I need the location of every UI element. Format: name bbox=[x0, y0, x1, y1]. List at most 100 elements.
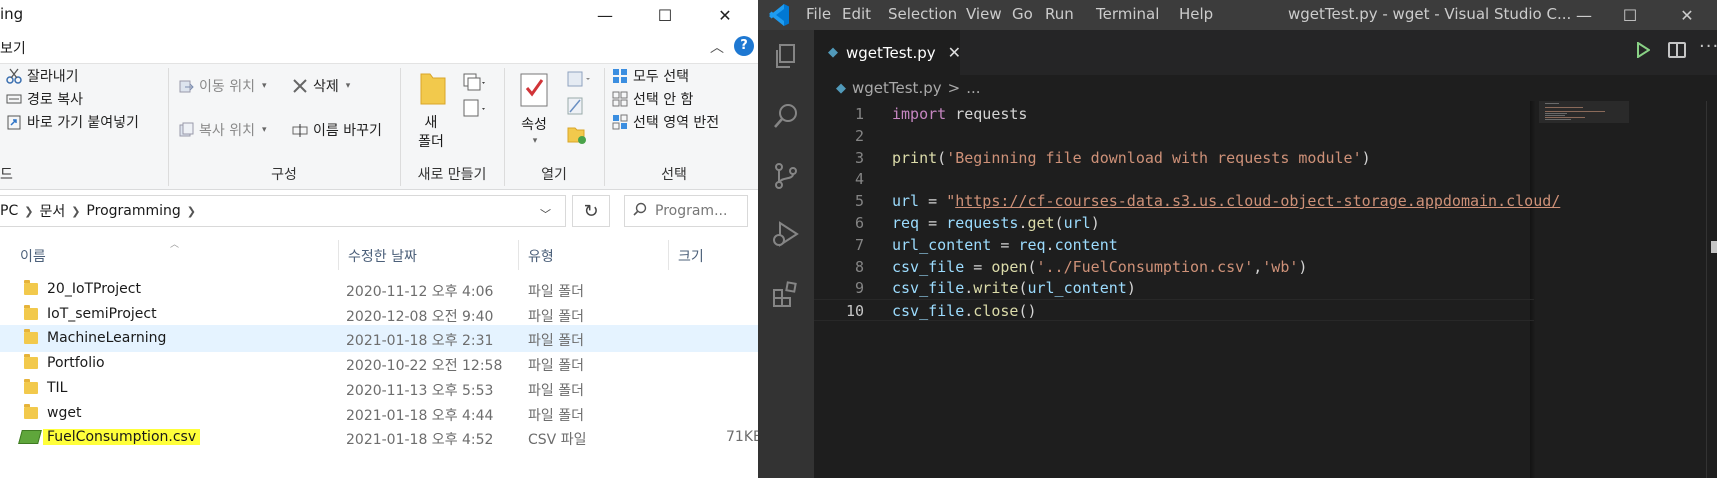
code-line[interactable]: 5 url = "https://cf-courses-data.s3.us.cl… bbox=[814, 190, 1560, 212]
invert-selection-button[interactable]: 선택 영역 반전 bbox=[612, 112, 719, 132]
menu-selection[interactable]: Selection bbox=[888, 5, 957, 23]
chevron-right-icon[interactable]: ❯ bbox=[71, 205, 80, 218]
menu-help[interactable]: Help bbox=[1179, 5, 1213, 23]
select-all-button[interactable]: 모두 선택 bbox=[612, 66, 689, 86]
menu-terminal[interactable]: Terminal bbox=[1096, 5, 1159, 23]
help-icon[interactable]: ? bbox=[734, 36, 754, 56]
maximize-button[interactable]: ☐ bbox=[640, 0, 690, 30]
minimize-button[interactable]: — bbox=[1561, 0, 1607, 30]
explorer-files-icon[interactable] bbox=[772, 42, 800, 70]
rename-button[interactable]: 이름 바꾸기 bbox=[292, 120, 382, 140]
breadcrumb-symbols[interactable]: ... bbox=[966, 79, 980, 97]
code-token: . bbox=[964, 302, 974, 321]
breadcrumb-programming[interactable]: Programming bbox=[86, 203, 180, 219]
properties-icon[interactable] bbox=[518, 68, 550, 108]
new-folder-icon[interactable] bbox=[418, 68, 448, 112]
column-size[interactable]: 크기 bbox=[678, 246, 704, 266]
select-all-label: 모두 선택 bbox=[633, 69, 689, 85]
cut-button[interactable]: 잘라내기 bbox=[6, 66, 79, 86]
file-name: 20_IoTProject bbox=[47, 281, 141, 297]
more-actions-icon[interactable]: ··· bbox=[1699, 36, 1717, 57]
source-control-icon[interactable] bbox=[772, 162, 800, 190]
copy-to-button[interactable]: 복사 위치 ▾ bbox=[178, 120, 267, 140]
minimap[interactable] bbox=[1539, 101, 1629, 478]
chevron-down-icon[interactable]: ﹀ bbox=[540, 206, 551, 222]
code-line[interactable]: 8 csv_file = open('../FuelConsumption.csv… bbox=[814, 256, 1534, 278]
file-row[interactable]: IoT_semiProject 2020-12-08 오전 9:40 파일 폴더 bbox=[0, 301, 758, 328]
code-token: write bbox=[973, 279, 1019, 298]
code-token: https://cf-courses-data.s3.us.cloud-obje… bbox=[955, 192, 1561, 211]
close-button[interactable]: ✕ bbox=[1664, 0, 1710, 30]
code-token: , bbox=[1253, 257, 1263, 276]
collapse-ribbon-chevron-icon[interactable]: ︿ bbox=[710, 37, 724, 57]
code-line[interactable]: 1 import requests bbox=[814, 103, 1534, 125]
move-to-button[interactable]: 이동 위치 ▾ bbox=[178, 76, 267, 96]
code-line[interactable]: 3 print('Beginning file download with req… bbox=[814, 147, 1534, 169]
new-item-button[interactable] bbox=[462, 72, 486, 122]
code-line[interactable]: 4 bbox=[814, 168, 1534, 190]
code-line[interactable]: 6 req = requests.get(url) bbox=[814, 212, 1534, 234]
refresh-icon[interactable]: ↻ bbox=[572, 195, 610, 227]
code-line[interactable]: 2 bbox=[814, 125, 1534, 147]
file-row[interactable]: FuelConsumption.csv 2021-01-18 오후 4:52 CSV… bbox=[0, 424, 758, 451]
menu-run[interactable]: Run bbox=[1045, 5, 1074, 23]
close-button[interactable]: ✕ bbox=[700, 0, 750, 30]
code-line[interactable]: 10 csv_file.close() bbox=[814, 299, 1534, 322]
menu-edit[interactable]: Edit bbox=[842, 5, 871, 23]
file-name: MachineLearning bbox=[47, 330, 167, 347]
code-token: import bbox=[892, 105, 947, 123]
code-line[interactable]: 7 url_content = req.content bbox=[814, 234, 1534, 256]
breadcrumb-separator: > bbox=[947, 79, 961, 97]
vertical-scrollbar[interactable] bbox=[1706, 101, 1717, 478]
menu-go[interactable]: Go bbox=[1012, 5, 1033, 23]
address-bar[interactable]: PC ❯ 문서 ❯ Programming ❯ ﹀ bbox=[0, 195, 566, 227]
search-input[interactable]: Program... bbox=[624, 195, 748, 227]
breadcrumb-file[interactable]: wgetTest.py bbox=[852, 79, 942, 97]
minimize-button[interactable]: — bbox=[580, 0, 630, 30]
file-row[interactable]: Portfolio 2020-10-22 오전 12:58 파일 폴더 bbox=[0, 350, 758, 377]
tab-wgettest[interactable]: ◆ wgetTest.py ✕ bbox=[814, 30, 961, 75]
code-line[interactable]: 9 csv_file.write(url_content) bbox=[814, 277, 1534, 299]
file-name: IoT_semiProject bbox=[47, 305, 157, 322]
file-row[interactable]: MachineLearning 2021-01-18 오후 2:31 파일 폴더 bbox=[0, 325, 758, 353]
column-name[interactable]: 이름 bbox=[20, 246, 46, 266]
select-group-label: 선택 bbox=[661, 167, 687, 183]
line-number: 3 bbox=[854, 148, 864, 167]
maximize-button[interactable]: ☐ bbox=[1607, 0, 1653, 30]
column-divider[interactable] bbox=[518, 240, 519, 270]
menu-file[interactable]: File bbox=[806, 5, 831, 23]
delete-button[interactable]: 삭제 ▾ bbox=[292, 76, 350, 96]
column-date[interactable]: 수정한 날짜 bbox=[348, 246, 417, 266]
breadcrumb-documents[interactable]: 문서 bbox=[39, 201, 65, 221]
code-token: csv_file bbox=[892, 302, 965, 321]
code-token: = bbox=[919, 214, 947, 232]
split-editor-icon[interactable] bbox=[1668, 42, 1686, 58]
folder-icon bbox=[24, 304, 38, 320]
tab-view[interactable]: 보기 bbox=[0, 38, 26, 58]
new-folder-button[interactable]: 새 폴더 bbox=[413, 114, 449, 152]
file-row[interactable]: wget 2021-01-18 오후 4:44 파일 폴더 bbox=[0, 400, 758, 427]
chevron-right-icon[interactable]: ❯ bbox=[24, 205, 33, 218]
run-debug-icon[interactable] bbox=[772, 220, 800, 248]
copy-path-button[interactable]: 경로 복사 bbox=[6, 89, 83, 109]
breadcrumb-pc[interactable]: PC bbox=[0, 203, 18, 219]
select-none-button[interactable]: 선택 안 함 bbox=[612, 89, 693, 109]
close-icon[interactable]: ✕ bbox=[948, 43, 961, 62]
properties-button[interactable]: 속성 ▾ bbox=[516, 114, 552, 146]
file-row[interactable]: TIL 2020-11-13 오후 5:53 파일 폴더 bbox=[0, 375, 758, 402]
search-icon bbox=[633, 202, 647, 220]
file-row[interactable]: 20_IoTProject 2020-11-12 오후 4:06 파일 폴더 bbox=[0, 276, 758, 303]
column-type[interactable]: 유형 bbox=[528, 246, 554, 266]
paste-shortcut-button[interactable]: 바로 가기 붙여넣기 bbox=[6, 112, 139, 132]
chevron-right-icon[interactable]: ❯ bbox=[187, 205, 196, 218]
code-editor[interactable]: 1 import requests 2 3 print('Beginning file … bbox=[814, 101, 1717, 478]
file-type: 파일 폴더 bbox=[528, 308, 584, 325]
column-divider[interactable] bbox=[668, 240, 669, 270]
menu-view[interactable]: View bbox=[966, 5, 1002, 23]
run-python-file-icon[interactable] bbox=[1636, 41, 1651, 59]
search-icon[interactable] bbox=[772, 102, 800, 130]
tab-label: wgetTest.py bbox=[846, 43, 936, 62]
extensions-icon[interactable] bbox=[772, 280, 800, 308]
scrollbar-thumb[interactable] bbox=[1711, 241, 1717, 253]
column-divider[interactable] bbox=[338, 240, 339, 270]
